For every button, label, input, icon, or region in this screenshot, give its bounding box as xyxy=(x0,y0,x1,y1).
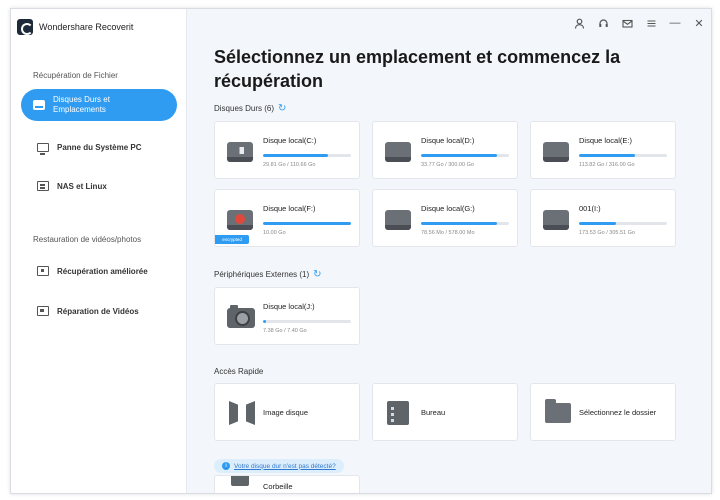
disk-size: 113.82 Go / 316.00 Go xyxy=(579,162,635,168)
pc-icon xyxy=(37,142,49,155)
refresh-icon[interactable]: ↻ xyxy=(313,269,321,280)
disk-usage-bar xyxy=(421,222,509,225)
external-disk-card[interactable]: Disque local(J:) 7.38 Go / 7.40 Go xyxy=(214,287,360,345)
hard-drive-icon xyxy=(33,100,45,110)
disk-size: 78.56 Mo / 578.00 Mo xyxy=(421,230,475,236)
disk-usage-bar xyxy=(263,222,351,225)
help-link-text: Votre disque dur n'est pas détecté? xyxy=(234,462,336,470)
disk-size: 10.00 Go xyxy=(263,230,286,236)
nas-icon xyxy=(37,181,49,191)
label-line2: Emplacements xyxy=(53,105,106,114)
info-icon: i xyxy=(222,462,230,470)
windows-drive-icon xyxy=(227,142,253,162)
label-line1: Disques Durs et xyxy=(53,95,110,104)
disk-usage-fill xyxy=(579,154,636,157)
headset-icon[interactable] xyxy=(597,17,609,29)
sidebar-item-hard-drives[interactable]: Disques Durs et Emplacements xyxy=(21,89,177,121)
sidebar: Wondershare Recoverit Récupération de Fi… xyxy=(11,9,187,493)
disk-name: Disque local(F:) xyxy=(263,204,316,213)
disk-card[interactable]: Disque local(C:) 29.81 Go / 110.66 Go xyxy=(214,121,360,179)
user-icon[interactable] xyxy=(573,17,585,29)
disk-usage-fill xyxy=(263,154,329,157)
disk-name: Disque local(D:) xyxy=(421,136,475,145)
disk-name: 001(I:) xyxy=(579,204,601,213)
disk-usage-bar xyxy=(263,320,351,323)
video-recovery-icon xyxy=(37,266,49,276)
disk-usage-fill xyxy=(421,154,497,157)
main-content: — ✕ Sélectionnez un emplacement et comme… xyxy=(187,9,711,493)
app-window: Wondershare Recoverit Récupération de Fi… xyxy=(10,8,712,494)
sidebar-item-label: Disques Durs et Emplacements xyxy=(53,95,110,115)
window-controls: — ✕ xyxy=(573,17,705,30)
quick-access-label: Accès Rapide xyxy=(214,367,264,376)
quick-access-heading: Accès Rapide xyxy=(214,367,263,376)
hard-drive-icon xyxy=(543,210,569,230)
quick-select-folder[interactable]: Sélectionnez le dossier xyxy=(530,383,676,441)
close-icon[interactable]: ✕ xyxy=(693,17,705,30)
disk-card[interactable]: Disque local(E:) 113.82 Go / 316.00 Go xyxy=(530,121,676,179)
encrypted-badge: encrypted xyxy=(215,235,249,244)
disk-usage-fill xyxy=(579,222,616,225)
sidebar-item-label: NAS et Linux xyxy=(57,181,107,191)
quick-desktop[interactable]: Bureau xyxy=(372,383,518,441)
quick-label: Bureau xyxy=(421,408,446,417)
sidebar-item-label: Panne du Système PC xyxy=(57,142,142,152)
sidebar-item-nas-linux[interactable]: NAS et Linux xyxy=(25,170,181,202)
quick-label: Image disque xyxy=(263,408,309,417)
disk-usage-fill xyxy=(263,222,351,225)
app-title: Wondershare Recoverit xyxy=(17,19,133,35)
disk-size: 7.38 Go / 7.40 Go xyxy=(263,328,307,334)
disk-usage-fill xyxy=(421,222,497,225)
sidebar-item-advanced-recovery[interactable]: Récupération améliorée xyxy=(25,255,181,287)
video-repair-icon xyxy=(37,306,49,316)
sidebar-item-video-repair[interactable]: Réparation de Vidéos xyxy=(25,295,181,327)
hard-drives-label: Disques Durs (6) xyxy=(214,104,275,113)
minimize-icon[interactable]: — xyxy=(669,17,681,29)
disk-name: Disque local(E:) xyxy=(579,136,632,145)
disk-card[interactable]: Disque local(D:) 33.77 Go / 300.00 Go xyxy=(372,121,518,179)
disk-usage-bar xyxy=(263,154,351,157)
quick-label: Sélectionnez le dossier xyxy=(579,408,657,417)
disk-usage-bar xyxy=(579,222,667,225)
disk-name: Disque local(J:) xyxy=(263,302,315,311)
app-name: Wondershare Recoverit xyxy=(39,22,134,32)
menu-icon[interactable] xyxy=(645,17,657,29)
folder-icon xyxy=(545,399,571,423)
disk-card[interactable]: Disque local(G:) 78.56 Mo / 578.00 Mo xyxy=(372,189,518,247)
external-devices-label: Périphériques Externes (1) xyxy=(214,270,310,279)
disk-card[interactable]: 001(I:) 173.53 Go / 305.51 Go xyxy=(530,189,676,247)
hard-drive-red-icon xyxy=(227,210,253,230)
drive-not-detected-link[interactable]: i Votre disque dur n'est pas détecté? xyxy=(214,459,344,473)
mail-icon[interactable] xyxy=(621,17,633,29)
disk-size: 29.81 Go / 110.66 Go xyxy=(263,162,316,168)
disk-usage-bar xyxy=(579,154,667,157)
disk-size: 33.77 Go / 300.00 Go xyxy=(421,162,474,168)
quick-recycle-bin[interactable]: Corbeille xyxy=(214,475,360,493)
disk-image-icon xyxy=(229,401,255,425)
refresh-icon[interactable]: ↻ xyxy=(278,103,286,114)
section-video-photo: Restauration de vidéos/photos xyxy=(33,235,142,244)
hard-drive-icon xyxy=(385,210,411,230)
disk-size: 173.53 Go / 305.51 Go xyxy=(579,230,635,236)
trash-icon xyxy=(231,476,249,486)
sidebar-item-label: Réparation de Vidéos xyxy=(57,306,139,316)
section-file-recovery: Récupération de Fichier xyxy=(33,71,118,80)
page-title: Sélectionnez un emplacement et commencez… xyxy=(214,47,621,91)
disk-name: Disque local(C:) xyxy=(263,136,317,145)
external-devices-heading: Périphériques Externes (1) ↻ xyxy=(214,269,322,280)
disk-card[interactable]: Disque local(F:) 10.00 Go encrypted xyxy=(214,189,360,247)
disk-usage-bar xyxy=(421,154,509,157)
disk-name: Disque local(G:) xyxy=(421,204,475,213)
camera-icon xyxy=(227,305,255,328)
hard-drive-icon xyxy=(543,142,569,162)
desktop-icon xyxy=(387,401,409,425)
sidebar-item-pc-crash[interactable]: Panne du Système PC xyxy=(25,131,181,163)
quick-disk-image[interactable]: Image disque xyxy=(214,383,360,441)
quick-label: Corbeille xyxy=(263,482,293,491)
recoverit-logo-icon xyxy=(17,19,33,35)
sidebar-item-label: Récupération améliorée xyxy=(57,266,148,276)
hard-drive-icon xyxy=(385,142,411,162)
disk-usage-fill xyxy=(263,320,266,323)
hard-drives-heading: Disques Durs (6) ↻ xyxy=(214,103,286,114)
